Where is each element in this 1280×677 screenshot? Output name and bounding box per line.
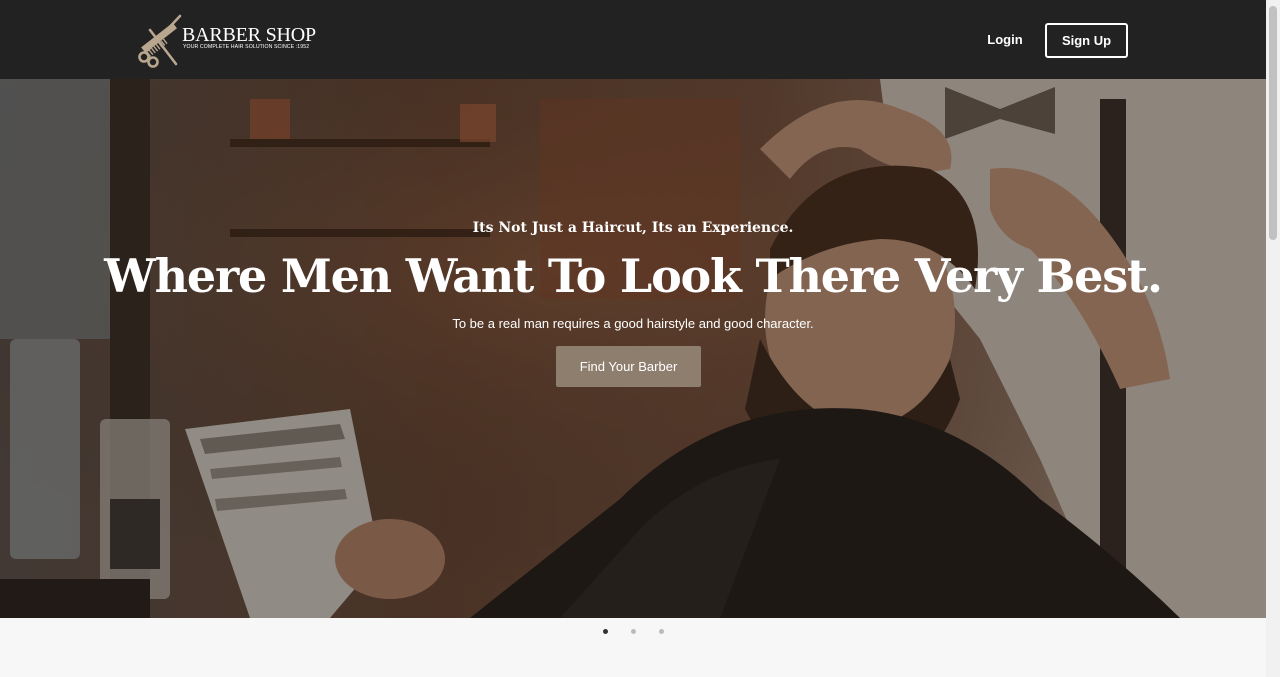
top-navbar: BARBER SHOP YOUR COMPLETE HAIR SOLUTION … [0,0,1266,79]
hero-subline: To be a real man requires a good hairsty… [452,316,814,331]
signup-button[interactable]: Sign Up [1045,23,1128,58]
login-link[interactable]: Login [975,24,1035,56]
scrollbar-thumb[interactable] [1269,6,1277,240]
hero-kicker: Its Not Just a Haircut, Its an Experienc… [472,220,794,236]
hero-carousel-slide: Its Not Just a Haircut, Its an Experienc… [0,79,1266,618]
brand-tagline: YOUR COMPLETE HAIR SOLUTION SCINCE :1952 [183,44,310,50]
scissors-comb-icon [138,14,182,68]
vertical-scrollbar[interactable] [1266,0,1280,677]
carousel-dot[interactable] [659,629,664,634]
page: BARBER SHOP YOUR COMPLETE HAIR SOLUTION … [0,0,1280,677]
carousel-dot[interactable] [603,629,608,634]
hero-headline: Where Men Want To Look There Very Best. [104,249,1163,303]
brand-logo[interactable]: BARBER SHOP YOUR COMPLETE HAIR SOLUTION … [132,10,332,68]
carousel-dot[interactable] [631,629,636,634]
find-your-barber-button[interactable]: Find Your Barber [556,346,701,387]
